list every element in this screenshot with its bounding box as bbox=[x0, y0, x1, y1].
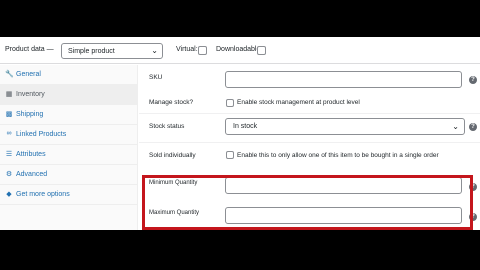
tab-attributes[interactable]: ☰ Attributes bbox=[0, 145, 138, 165]
truck-icon: ▩ bbox=[5, 111, 13, 118]
downloadable-checkbox[interactable] bbox=[257, 46, 266, 55]
tab-attributes-label: Attributes bbox=[16, 151, 46, 158]
tab-general[interactable]: 🔧 General bbox=[0, 65, 138, 85]
stock-status-select[interactable]: In stock ⌄ bbox=[225, 118, 465, 135]
sold-individually-label: Sold individually bbox=[149, 152, 196, 159]
gear-icon: ⚙ bbox=[5, 171, 13, 178]
tab-inventory[interactable]: ▦ Inventory bbox=[0, 85, 138, 105]
manage-stock-label: Manage stock? bbox=[149, 99, 194, 106]
link-icon: ∞ bbox=[6, 130, 12, 137]
clipboard-icon: ▦ bbox=[5, 91, 13, 98]
sold-individually-checkbox[interactable] bbox=[226, 151, 234, 159]
tab-linked-products-label: Linked Products bbox=[16, 131, 67, 138]
product-type-value: Simple product bbox=[68, 48, 115, 55]
panel-header: Product data — Simple product ⌄ Virtual:… bbox=[0, 37, 480, 64]
product-data-panel: Product data — Simple product ⌄ Virtual:… bbox=[0, 37, 480, 230]
tab-general-label: General bbox=[16, 71, 41, 78]
wrench-icon: 🔧 bbox=[5, 71, 14, 78]
stock-status-label: Stock status bbox=[149, 123, 185, 130]
highlight-box bbox=[142, 175, 473, 230]
list-icon: ☰ bbox=[5, 151, 13, 158]
tab-inventory-label: Inventory bbox=[16, 91, 45, 98]
sku-label: SKU bbox=[149, 74, 163, 81]
screenshot-stage: Product data — Simple product ⌄ Virtual:… bbox=[0, 0, 480, 270]
panel-title: Product data — bbox=[5, 46, 54, 53]
virtual-label: Virtual: bbox=[176, 46, 198, 53]
chevron-down-icon: ⌄ bbox=[452, 122, 459, 131]
help-icon[interactable]: ? bbox=[469, 123, 477, 131]
divider bbox=[139, 142, 480, 143]
tab-shipping[interactable]: ▩ Shipping bbox=[0, 105, 138, 125]
chevron-down-icon: ⌄ bbox=[151, 46, 158, 55]
sold-individually-text: Enable this to only allow one of this it… bbox=[237, 152, 439, 159]
divider bbox=[139, 113, 480, 114]
downloadable-label: Downloadable: bbox=[216, 46, 263, 53]
tab-linked-products[interactable]: ∞ Linked Products bbox=[0, 125, 138, 145]
tab-advanced[interactable]: ⚙ Advanced bbox=[0, 165, 138, 185]
sku-input[interactable] bbox=[225, 71, 462, 88]
product-data-tabs: 🔧 General ▦ Inventory ▩ Shipping ∞ Linke… bbox=[0, 65, 138, 230]
product-type-select[interactable]: Simple product ⌄ bbox=[61, 43, 163, 59]
stock-status-value: In stock bbox=[233, 123, 258, 130]
tab-get-more-options[interactable]: ◆ Get more options bbox=[0, 185, 138, 205]
tab-get-more-options-label: Get more options bbox=[16, 191, 70, 198]
tab-shipping-label: Shipping bbox=[16, 111, 44, 118]
manage-stock-checkbox[interactable] bbox=[226, 99, 234, 107]
manage-stock-text: Enable stock management at product level bbox=[237, 99, 360, 106]
help-icon[interactable]: ? bbox=[469, 76, 477, 84]
plugin-icon: ◆ bbox=[6, 191, 12, 198]
tab-advanced-label: Advanced bbox=[16, 171, 48, 178]
virtual-checkbox[interactable] bbox=[198, 46, 207, 55]
